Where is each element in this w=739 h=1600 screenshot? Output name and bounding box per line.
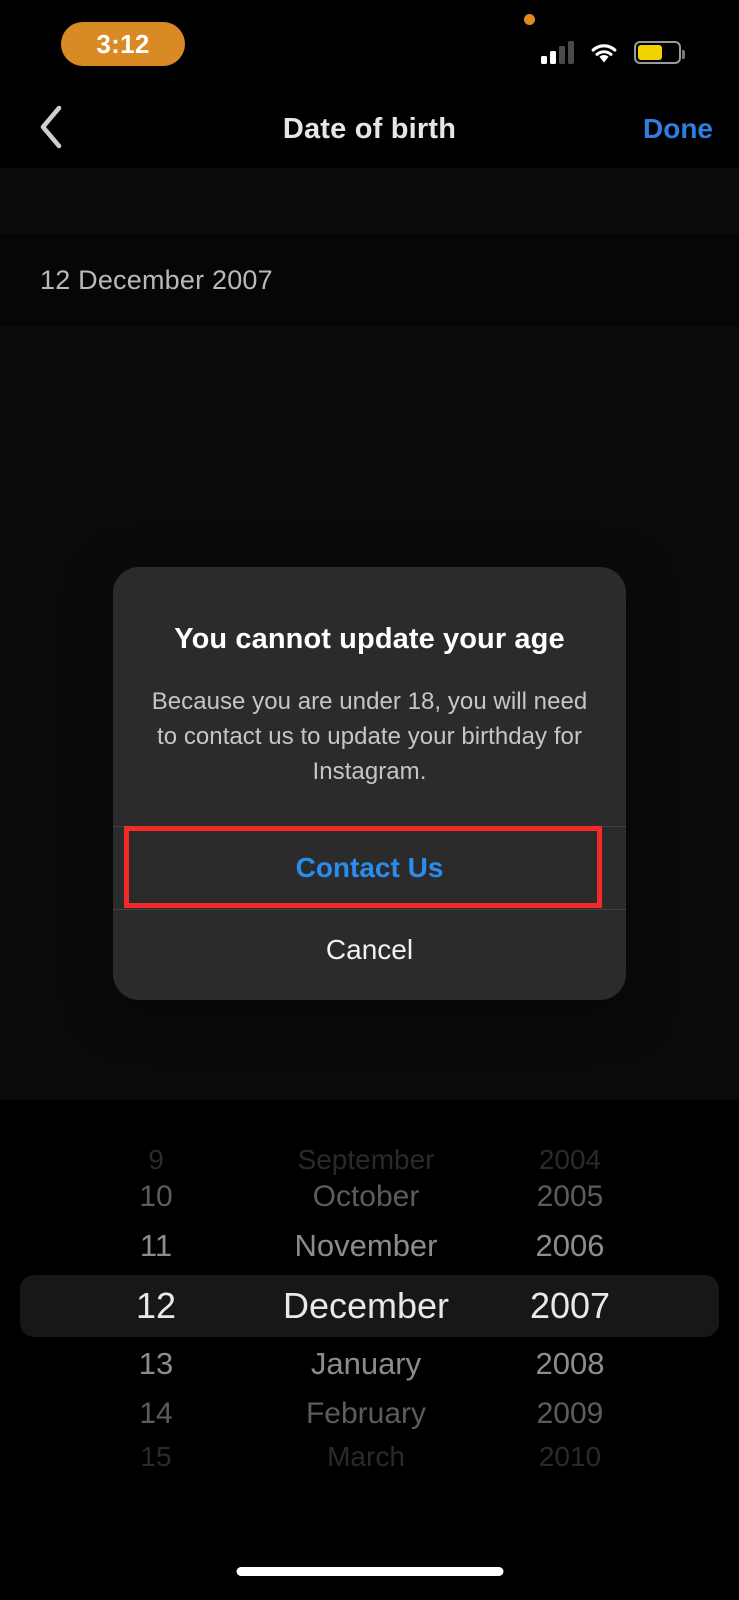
status-bar: 3:12: [0, 0, 739, 90]
picker-year: 2006: [535, 1228, 605, 1263]
status-indicators: [541, 34, 685, 64]
battery-icon: [634, 41, 685, 64]
date-of-birth-value: 12 December 2007: [40, 264, 273, 295]
nav-subband: [0, 168, 739, 234]
home-indicator: [236, 1567, 503, 1576]
cellular-signal-icon: [541, 40, 574, 64]
navigation-bar: Date of birth Done: [0, 90, 739, 168]
status-time-pill: 3:12: [61, 22, 185, 66]
status-time: 3:12: [96, 28, 150, 59]
picker-row-selected[interactable]: 12 December 2007: [0, 1281, 739, 1331]
page-title: Date of birth: [282, 112, 457, 145]
picker-day: 10: [139, 1180, 173, 1213]
picker-row[interactable]: 11 November 2006: [0, 1221, 739, 1271]
picker-row[interactable]: 15 March 2010: [0, 1432, 739, 1482]
contact-us-button[interactable]: Contact Us: [113, 827, 626, 909]
cancel-button[interactable]: Cancel: [113, 910, 626, 990]
picker-year-selected: 2007: [529, 1285, 611, 1326]
picker-row[interactable]: 10 October 2005: [0, 1172, 739, 1222]
alert-message: Because you are under 18, you will need …: [151, 688, 588, 785]
date-of-birth-row[interactable]: 12 December 2007: [0, 234, 739, 326]
picker-year: 2009: [536, 1397, 604, 1430]
picker-year: 2010: [538, 1441, 602, 1472]
alert-dialog: You cannot update your age Because you a…: [113, 567, 626, 1000]
alert-dialog-body: You cannot update your age Because you a…: [113, 567, 626, 789]
chevron-left-icon: [37, 103, 65, 156]
picker-day: 13: [138, 1346, 174, 1381]
picker-year: 2008: [535, 1346, 605, 1381]
orange-privacy-dot-icon: [524, 14, 535, 25]
done-button[interactable]: Done: [643, 90, 713, 168]
wifi-icon: [590, 42, 618, 64]
picker-day-selected: 12: [135, 1285, 177, 1326]
phone-screen: 3:12 Date of birth Done 12 December 2007…: [0, 0, 739, 1600]
picker-day: 15: [140, 1441, 172, 1472]
picker-row[interactable]: 13 January 2008: [0, 1339, 739, 1389]
alert-title: You cannot update your age: [174, 623, 565, 655]
picker-day: 11: [139, 1228, 173, 1263]
back-button[interactable]: [12, 90, 90, 168]
picker-year: 2005: [536, 1180, 604, 1213]
picker-day: 14: [139, 1397, 173, 1430]
